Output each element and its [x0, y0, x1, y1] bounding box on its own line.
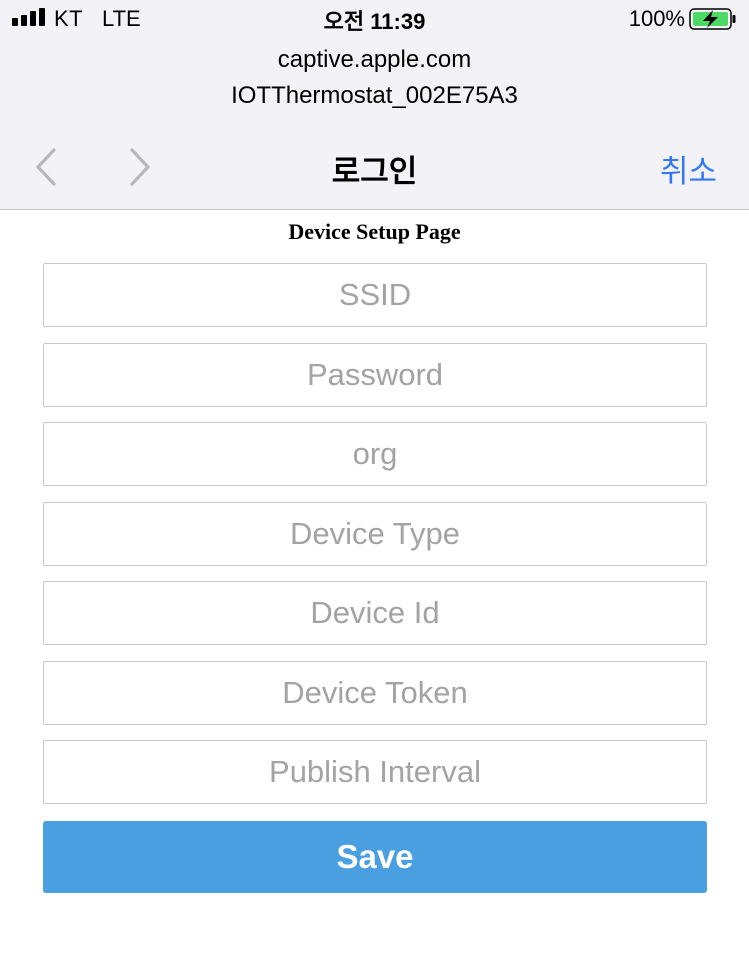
browser-header: KT LTE 오전 11:39 100% captive.apple.com I…: [0, 0, 749, 210]
ssid-field[interactable]: [43, 263, 707, 327]
battery-percent: 100%: [628, 6, 685, 31]
form-heading: Device Setup Page: [288, 219, 461, 244]
publish-interval-field[interactable]: [43, 740, 707, 804]
page-title: 로그인: [331, 154, 418, 189]
org-field[interactable]: [43, 422, 707, 486]
device-id-field[interactable]: [43, 581, 707, 645]
cancel-button[interactable]: 취소: [660, 146, 717, 191]
battery-charging-icon: [689, 8, 736, 30]
device-type-field[interactable]: [43, 502, 707, 566]
password-field[interactable]: [43, 343, 707, 407]
browser-host: captive.apple.com: [277, 46, 472, 73]
save-button[interactable]: Save: [43, 821, 707, 893]
device-token-field[interactable]: [43, 661, 707, 725]
network-name: IOTThermostat_002E75A3: [231, 82, 518, 109]
status-bar: KT LTE 오전 11:39 100%: [0, 0, 749, 42]
